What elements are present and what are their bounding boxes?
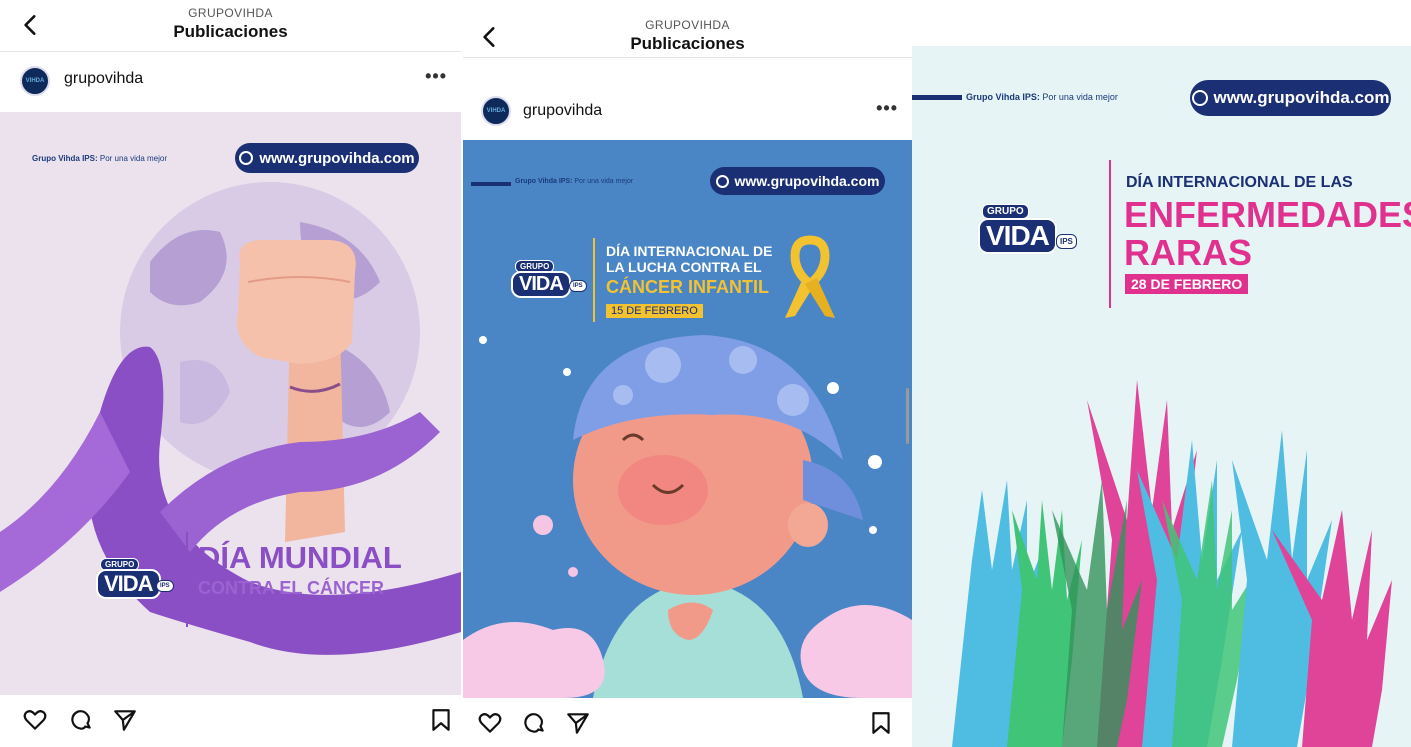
- logo-ips: IPS: [156, 580, 174, 592]
- avatar-logo-text: VIHDA: [486, 108, 506, 114]
- top-bar: GRUPOVIHDA Publicaciones: [0, 0, 461, 52]
- brand-prefix: Grupo Vihda IPS:: [515, 178, 573, 185]
- post-header: VIHDA grupovihda •••: [0, 52, 461, 112]
- post-image[interactable]: Grupo Vihda IPS: Por una vida mejor www.…: [463, 140, 912, 698]
- brand-prefix: Grupo Vihda IPS:: [966, 92, 1040, 102]
- awareness-ribbon-icon: [785, 235, 835, 318]
- headline-line1: DÍA INTERNACIONAL DE LAS: [1126, 174, 1353, 191]
- divider: [593, 238, 595, 322]
- heart-icon[interactable]: [22, 707, 48, 733]
- logo-vida: VIDA: [96, 569, 161, 599]
- child-illustration: [463, 335, 912, 698]
- post-image-3[interactable]: Grupo Vihda IPS: Por una vida mejor www.…: [912, 0, 1411, 747]
- logo-vida: VIDA: [511, 271, 571, 298]
- headline-date: 28 DE FEBRERO: [1125, 274, 1249, 294]
- account-name-header: GRUPOVIHDA: [645, 18, 730, 32]
- grupo-vida-logo: GRUPO VIDA IPS: [978, 204, 1088, 262]
- globe-icon: [1191, 90, 1208, 106]
- raised-hands-illustration: [952, 380, 1392, 747]
- page-title: Publicaciones: [173, 22, 288, 41]
- grupo-vida-logo: GRUPO VIDA IPS: [511, 260, 591, 304]
- grupo-vida-logo: GRUPO VIDA IPS: [96, 558, 180, 604]
- brand-tagline-text: Por una vida mejor: [99, 154, 168, 163]
- username-link[interactable]: grupovihda: [64, 70, 143, 88]
- logo-grupo: GRUPO: [982, 204, 1029, 219]
- brand-tagline: Grupo Vihda IPS: Por una vida mejor: [32, 154, 167, 163]
- headline-line2: CONTRA EL CÁNCER: [198, 578, 385, 598]
- headline-line3: CÁNCER INFANTIL: [606, 277, 769, 297]
- avatar-logo-text: VIHDA: [25, 78, 45, 84]
- top-bar: GRUPOVIHDA Publicaciones: [463, 0, 912, 58]
- logo-vida: VIDA: [978, 218, 1057, 254]
- website-badge: www.grupovihda.com: [1190, 80, 1391, 116]
- post-screen-1: GRUPOVIHDA Publicaciones VIHDA grupovihd…: [0, 0, 461, 747]
- share-icon[interactable]: [565, 710, 591, 736]
- website-url: www.grupovihda.com: [1213, 88, 1390, 107]
- logo-ips: IPS: [569, 280, 587, 292]
- logo-ips: IPS: [1056, 234, 1077, 249]
- scrollbar[interactable]: [906, 388, 909, 444]
- post-header: VIHDA grupovihda •••: [463, 82, 912, 140]
- brand-tagline-text: Por una vida mejor: [1042, 92, 1118, 102]
- headline-line2: ENFERMEDADES: [1124, 194, 1411, 235]
- comment-icon[interactable]: [521, 710, 547, 736]
- page-title: Publicaciones: [630, 34, 745, 53]
- headline-line3: RARAS: [1124, 232, 1253, 273]
- bookmark-icon[interactable]: [868, 710, 894, 736]
- headline-line1: DÍA MUNDIAL: [198, 540, 402, 575]
- post-image[interactable]: Grupo Vihda IPS: Por una vida mejor www.…: [0, 112, 461, 695]
- divider: [1109, 160, 1111, 308]
- post-actions: [0, 695, 461, 747]
- brand-bar: [912, 95, 962, 100]
- avatar[interactable]: VIHDA: [20, 66, 50, 96]
- headline-date: 15 DE FEBRERO: [606, 304, 703, 318]
- more-options-icon[interactable]: •••: [876, 98, 898, 119]
- globe-icon: [239, 151, 254, 165]
- headline-date: 04 DE FEBRERO: [198, 602, 309, 618]
- post-actions: [463, 698, 912, 747]
- brand-prefix: Grupo Vihda IPS:: [32, 154, 98, 163]
- website-badge: www.grupovihda.com: [235, 143, 419, 173]
- website-url: www.grupovihda.com: [734, 173, 880, 189]
- username-link[interactable]: grupovihda: [523, 102, 602, 120]
- account-name-header: GRUPOVIHDA: [188, 6, 273, 20]
- brand-tagline: Grupo Vihda IPS: Por una vida mejor: [966, 92, 1118, 102]
- website-url: www.grupovihda.com: [259, 149, 415, 167]
- comment-icon[interactable]: [68, 707, 94, 733]
- divider: [186, 532, 188, 627]
- website-badge: www.grupovihda.com: [710, 167, 885, 195]
- brand-bar: [471, 182, 511, 186]
- headline-line2: LA LUCHA CONTRA EL: [606, 259, 762, 275]
- post-screen-2: 28 de febrero · Ver traducción GRUPOVIHD…: [463, 0, 912, 747]
- brand-tagline: Grupo Vihda IPS: Por una vida mejor: [515, 178, 633, 185]
- white-top-strip: [912, 0, 1411, 46]
- avatar[interactable]: VIHDA: [481, 96, 511, 126]
- more-options-icon[interactable]: •••: [425, 66, 447, 87]
- share-icon[interactable]: [112, 707, 138, 733]
- bookmark-icon[interactable]: [428, 707, 454, 733]
- heart-icon[interactable]: [477, 710, 503, 736]
- brand-tagline-text: Por una vida mejor: [574, 178, 634, 185]
- globe-icon: [715, 174, 729, 188]
- headline-line1: DÍA INTERNACIONAL DE: [606, 243, 773, 259]
